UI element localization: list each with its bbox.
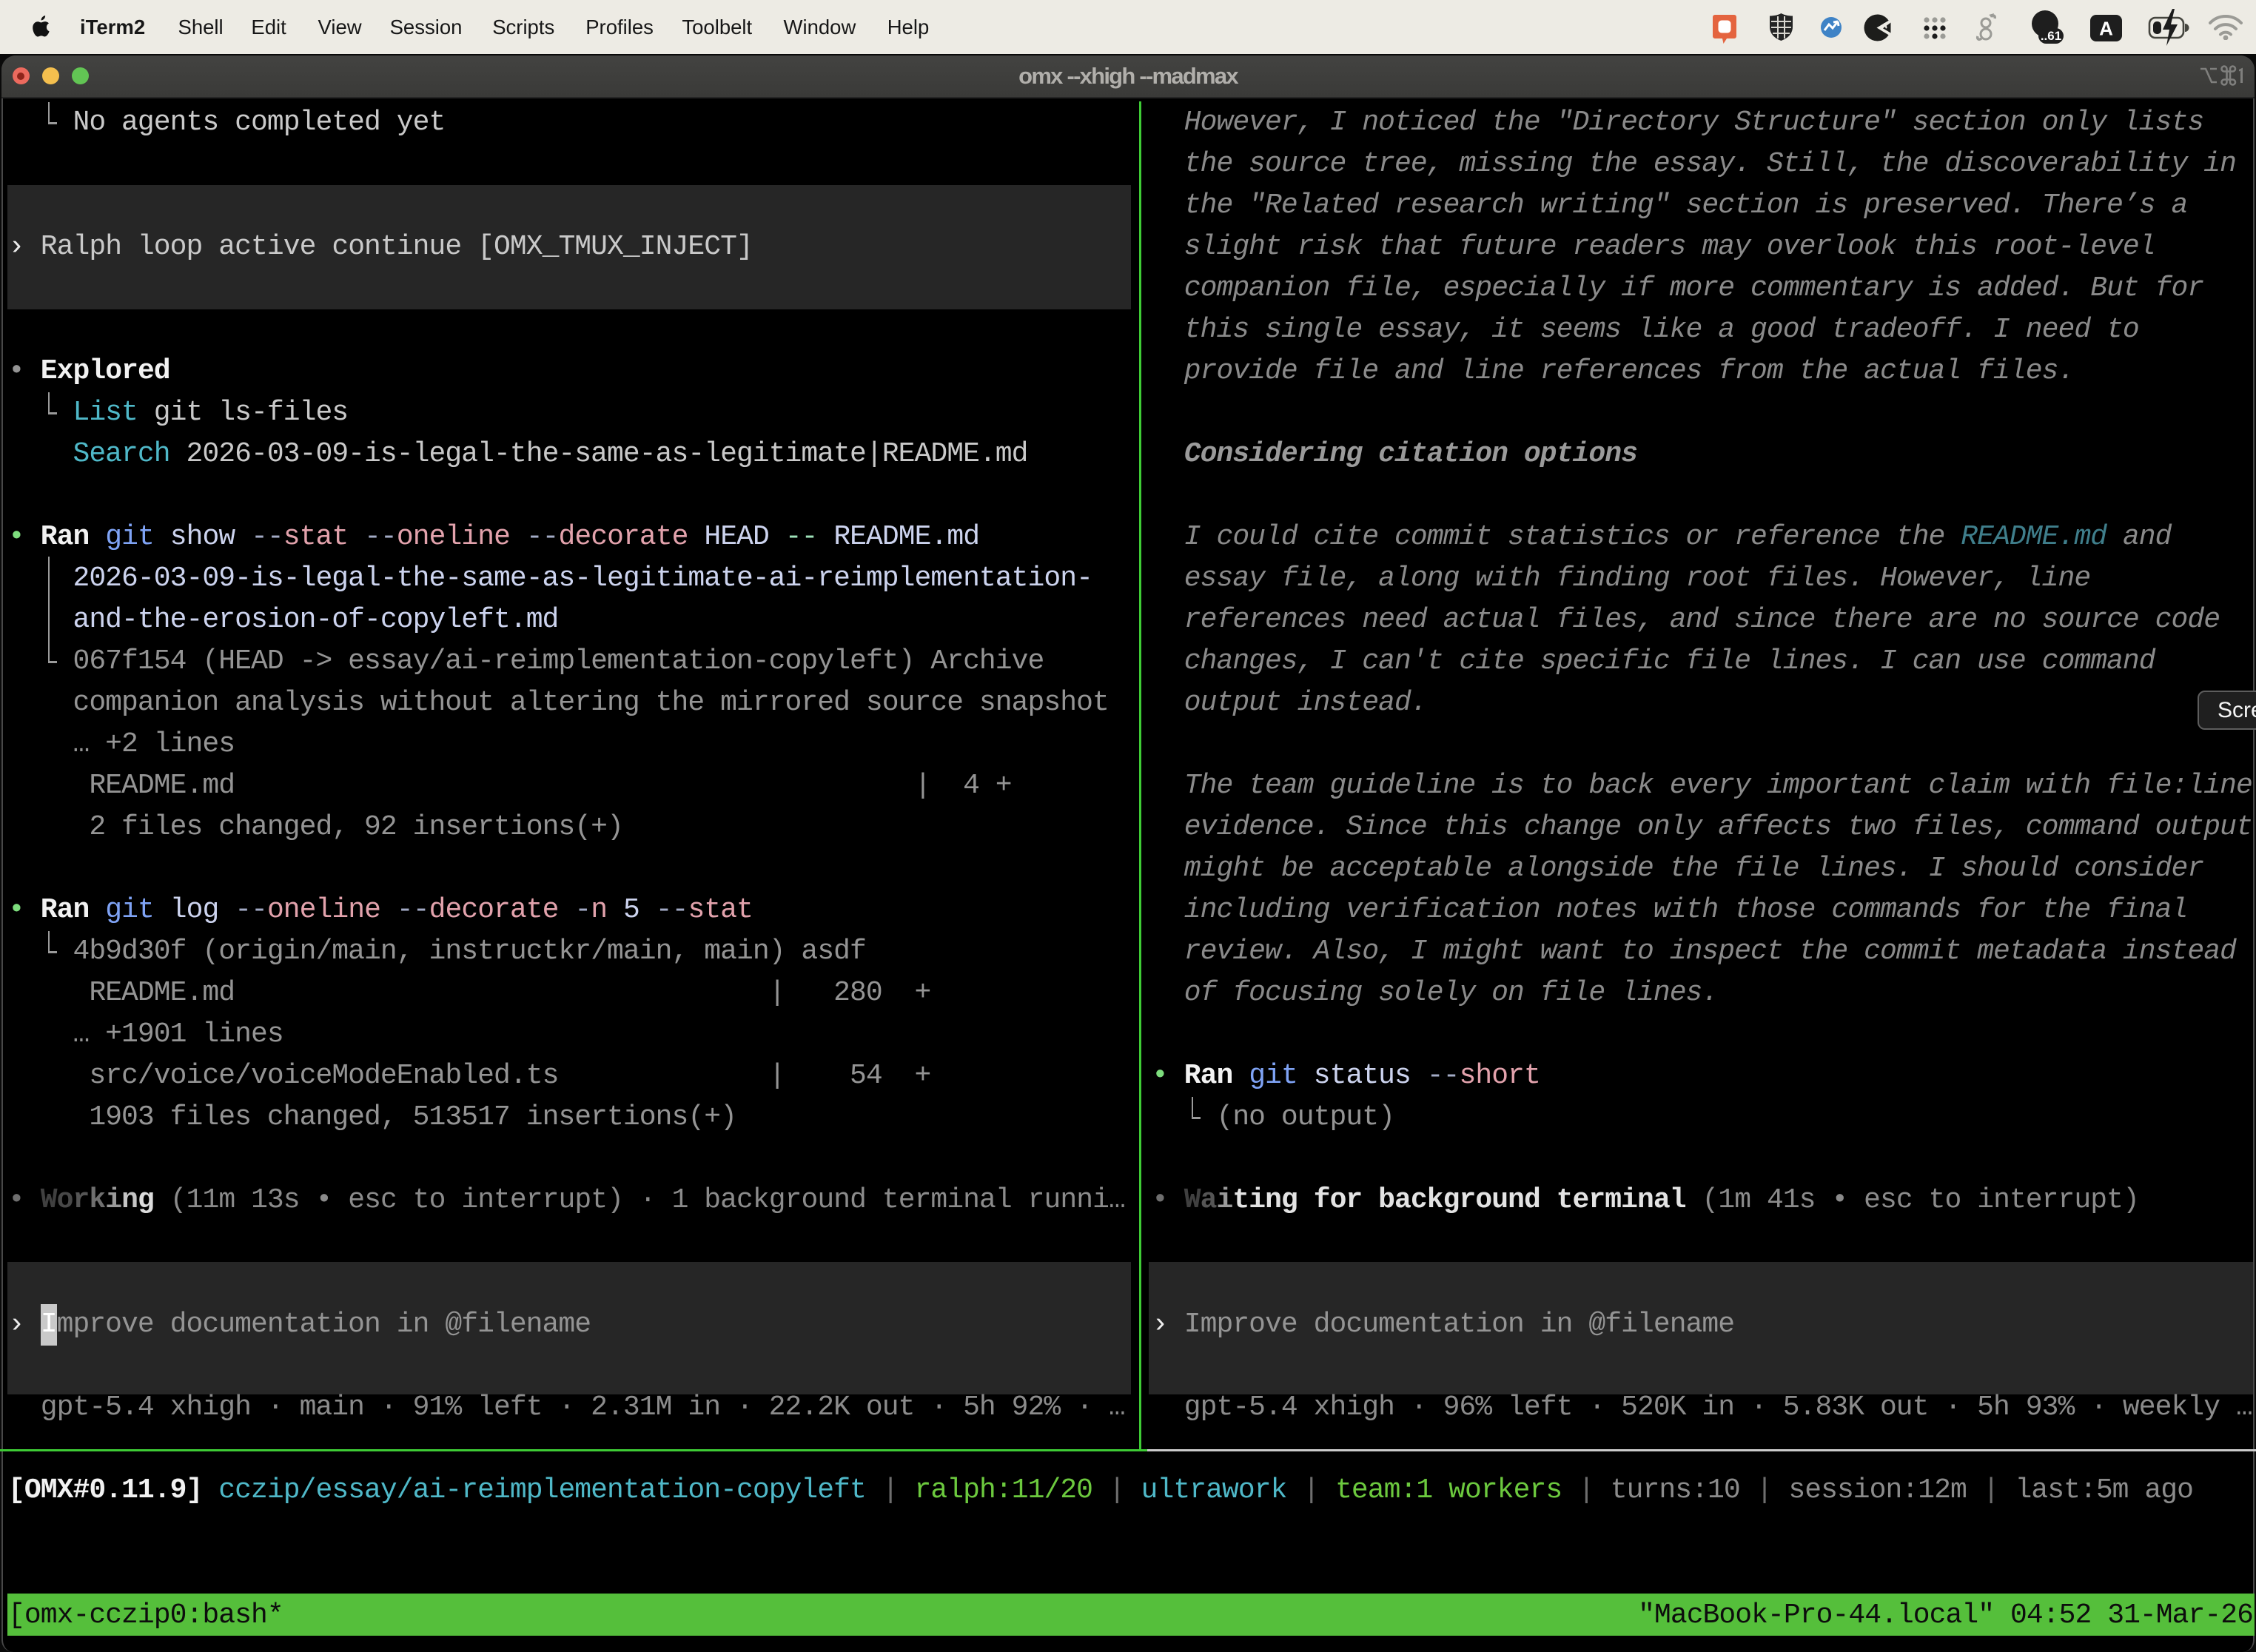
svg-text:..61: ..61 (2041, 29, 2061, 43)
svg-text:A: A (2099, 18, 2113, 40)
